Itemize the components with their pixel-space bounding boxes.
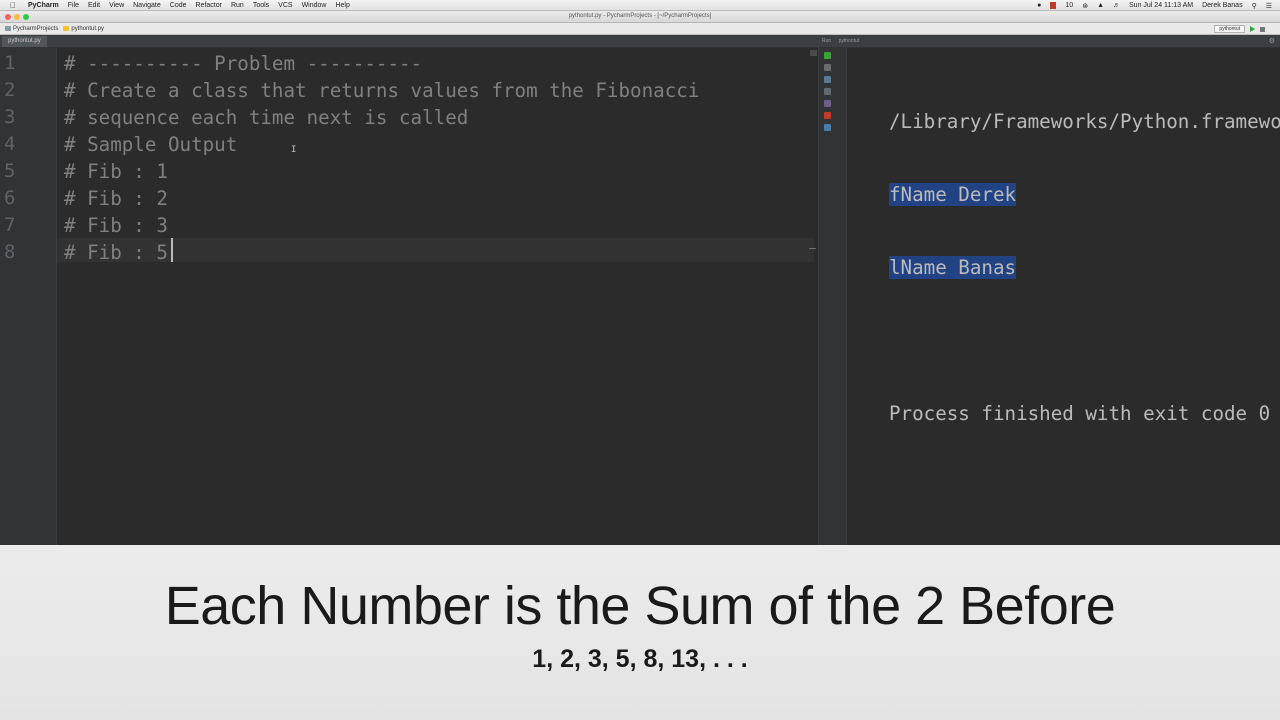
scroll-to-end-icon[interactable] — [824, 76, 831, 83]
menu-tools[interactable]: Tools — [253, 2, 269, 9]
folder-icon — [5, 26, 11, 31]
menu-edit[interactable]: Edit — [88, 2, 100, 9]
spotlight-search-icon[interactable]: ⚲ — [1252, 2, 1257, 10]
menu-run[interactable]: Run — [231, 2, 244, 9]
menu-vcs[interactable]: VCS — [278, 2, 292, 9]
ibeam-cursor-icon: I — [291, 145, 297, 155]
tray-count[interactable]: 10 — [1065, 2, 1073, 9]
code-line[interactable]: # Fib : 2 — [64, 187, 168, 210]
console-line-selected: lName Banas — [889, 256, 1017, 279]
print-icon[interactable] — [824, 88, 831, 95]
code-line[interactable]: # Sample Output — [64, 133, 237, 156]
scrollbar-marker[interactable] — [809, 248, 816, 249]
run-tool-header: Run pythontut ⚙ — [819, 35, 1280, 48]
run-icon[interactable] — [1250, 26, 1255, 32]
line-number: 1 — [4, 52, 16, 74]
line-number-gutter: 1 2 3 4 5 6 7 8 — [0, 48, 57, 545]
breadcrumb-file[interactable]: pythontut.py — [63, 26, 104, 32]
help-icon[interactable] — [824, 124, 831, 131]
run-config-name: pythontut — [838, 38, 860, 44]
pin-icon[interactable] — [824, 100, 831, 107]
breadcrumb-project-label: PycharmProjects — [13, 25, 59, 32]
menu-code[interactable]: Code — [170, 2, 187, 9]
menu-file[interactable]: File — [68, 2, 79, 9]
run-configuration-select[interactable]: pythontut — [1214, 25, 1245, 33]
system-menu-bar:  PyCharm File Edit View Navigate Code R… — [0, 0, 1280, 11]
code-editor[interactable]: 1 2 3 4 5 6 7 8 # ---------- Problem ---… — [0, 48, 818, 545]
line-number: 5 — [4, 160, 16, 182]
menu-app-name[interactable]: PyCharm — [28, 2, 59, 9]
line-number: 6 — [4, 187, 16, 209]
volume-icon[interactable]: ♬ — [1113, 2, 1120, 9]
window-title-bar: pythontut.py - PycharmProjects - [~/Pych… — [0, 11, 1280, 23]
run-tool-label[interactable]: Run — [822, 38, 831, 44]
breadcrumb-file-label: pythontut.py — [71, 25, 105, 32]
line-number: 2 — [4, 79, 16, 101]
close-icon[interactable] — [824, 112, 831, 119]
window-title: pythontut.py - PycharmProjects - [~/Pych… — [568, 13, 712, 19]
clock-text[interactable]: Sun Jul 24 11:13 AM — [1129, 2, 1193, 9]
line-number: 3 — [4, 106, 16, 128]
run-toolbar — [819, 48, 847, 545]
menu-refactor[interactable]: Refactor — [196, 2, 222, 9]
editor-inspection-indicator[interactable] — [810, 50, 817, 56]
menu-window[interactable]: Window — [302, 2, 327, 9]
line-number: 7 — [4, 214, 16, 236]
menu-navigate[interactable]: Navigate — [133, 2, 161, 9]
console-line: /Library/Frameworks/Python.framewor — [889, 110, 1280, 133]
line-number: 4 — [4, 133, 16, 155]
apple-icon[interactable]:  — [10, 1, 20, 10]
user-name[interactable]: Derek Banas — [1202, 2, 1242, 9]
record-icon[interactable]: ● — [1037, 2, 1041, 9]
menu-view[interactable]: View — [109, 2, 124, 9]
python-file-icon — [63, 26, 70, 31]
console-output: /Library/Frameworks/Python.framewor fNam… — [889, 62, 1280, 473]
editor-tab-strip: pythontut.py — [0, 35, 818, 48]
run-controls: pythontut — [1214, 25, 1270, 33]
notification-center-icon[interactable]: ☰ — [1266, 2, 1272, 10]
code-line[interactable]: # Create a class that returns values fro… — [64, 79, 699, 102]
tray-app-icon[interactable] — [1050, 2, 1057, 9]
rerun-icon[interactable] — [824, 52, 831, 59]
stop-icon[interactable] — [824, 64, 831, 71]
line-number: 8 — [4, 241, 16, 263]
tab-pythontut[interactable]: pythontut.py — [2, 36, 47, 47]
code-line[interactable]: # Fib : 5 — [64, 241, 168, 264]
console-line-selected: fName Derek — [889, 183, 1017, 206]
banner-subtitle: 1, 2, 3, 5, 8, 13, . . . — [532, 645, 748, 673]
wifi-icon[interactable]: ▲ — [1097, 2, 1104, 9]
caption-banner: Each Number is the Sum of the 2 Before 1… — [0, 545, 1280, 720]
stop-icon[interactable] — [1260, 26, 1265, 32]
code-line[interactable]: # ---------- Problem ---------- — [64, 52, 422, 75]
text-caret — [171, 238, 173, 262]
console-viewport[interactable]: /Library/Frameworks/Python.framewor fNam… — [847, 48, 1280, 545]
gear-icon[interactable]: ⚙ — [1269, 35, 1275, 48]
menu-help[interactable]: Help — [335, 2, 349, 9]
status-tray: ● 10 ⊛ ▲ ♬ Sun Jul 24 11:13 AM Derek Ban… — [1028, 0, 1272, 11]
code-line[interactable]: # sequence each time next is called — [64, 106, 468, 129]
breadcrumb-project[interactable]: PycharmProjects — [5, 26, 58, 32]
code-line[interactable]: # Fib : 3 — [64, 214, 168, 237]
banner-title: Each Number is the Sum of the 2 Before — [164, 576, 1116, 636]
run-tool-window: Run pythontut ⚙ /Library/Frameworks/Pyth… — [818, 35, 1280, 545]
bluetooth-icon[interactable]: ⊛ — [1082, 2, 1088, 10]
navigation-bar: PycharmProjects pythontut.py pythontut — [0, 23, 1280, 35]
console-line: Process finished with exit code 0 — [889, 402, 1271, 425]
code-line[interactable]: # Fib : 1 — [64, 160, 168, 183]
